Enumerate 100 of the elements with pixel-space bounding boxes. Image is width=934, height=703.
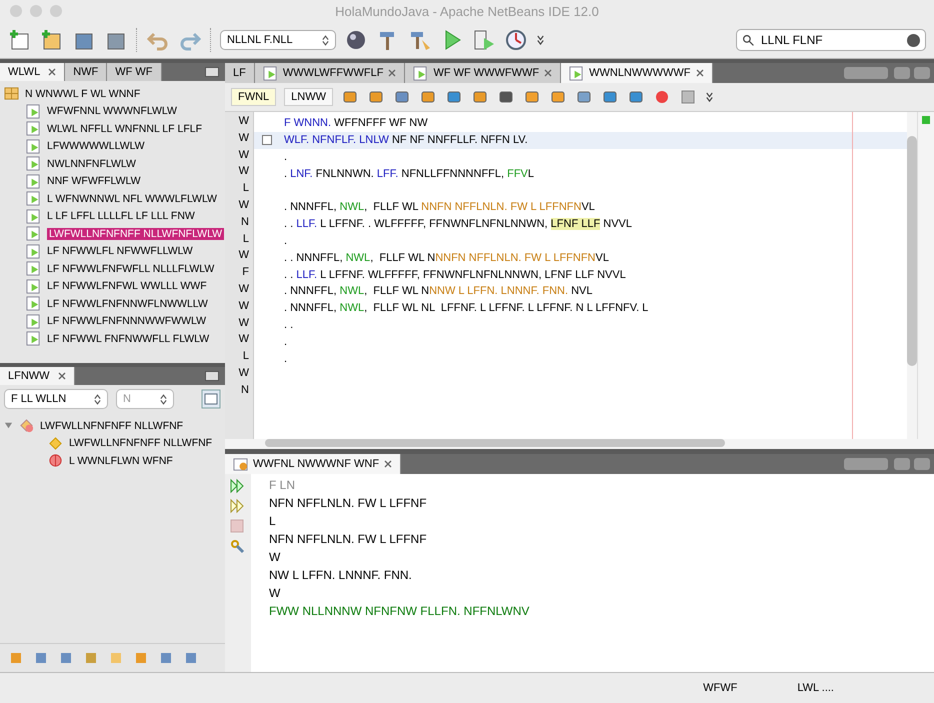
file-node[interactable]: NNF WFWFFLWLW — [47, 175, 141, 188]
java-file-icon — [26, 296, 41, 312]
rerun-icon[interactable] — [229, 478, 245, 494]
record-macro-icon[interactable] — [653, 88, 671, 106]
file-node[interactable]: LFWWWWWLLWLW — [47, 140, 145, 152]
file-node[interactable]: WLWL NFFLL WNFNNL LF LFLF — [47, 122, 202, 135]
member-node[interactable]: L WWNLFLWN WFNF — [69, 454, 173, 467]
output-line: NFN NFFLNLN. FW L LFFNF — [269, 532, 428, 548]
code-token: L — [528, 168, 534, 180]
line-number: W — [238, 165, 250, 180]
view-toggle[interactable]: FWNL — [231, 88, 276, 106]
java-file-icon — [26, 104, 41, 119]
scrollbar-thumb[interactable] — [265, 439, 725, 447]
view-toggle[interactable]: LNWW — [284, 88, 333, 106]
code-token: , FLLF WL N — [370, 252, 436, 264]
java-file-icon — [569, 66, 584, 80]
panel-tab[interactable]: LFNWW — [0, 367, 75, 385]
code-token: . . — [284, 268, 294, 281]
code-token: VL — [596, 252, 609, 264]
more-chevron-icon[interactable] — [705, 92, 714, 102]
code-token: NNFN NFFLNLN. FW L LFFNFN — [421, 201, 582, 214]
close-icon[interactable] — [544, 69, 552, 77]
code-token: LFNF LLF — [550, 218, 600, 230]
close-icon[interactable] — [58, 372, 66, 380]
panel-tab[interactable]: WF WF — [107, 63, 162, 81]
search-field[interactable]: LLNL FLNF — [736, 29, 926, 51]
close-icon[interactable] — [696, 69, 704, 77]
line-number: W — [238, 300, 250, 314]
java-file-icon — [26, 226, 41, 242]
code-token: . — [284, 336, 288, 348]
editor-tab[interactable]: WF WF WWWFWWF — [405, 63, 562, 83]
rerun-icon[interactable] — [229, 498, 245, 514]
profile-icon[interactable] — [504, 28, 528, 52]
minimize-button[interactable] — [205, 371, 219, 381]
expand-triangle-icon[interactable] — [4, 421, 13, 430]
code-token: . . NNNFFL, — [284, 252, 344, 264]
output-tab[interactable]: WWFNL NWWWNF WNF — [225, 454, 402, 474]
close-icon[interactable] — [388, 69, 396, 77]
code-token: F WNNN. — [284, 117, 332, 130]
class-node[interactable]: LWFWLLNFNFNFF NLLWFNF — [40, 420, 184, 432]
line-number: W — [238, 366, 250, 381]
output-line: FWW NLLNNNW NFNFNW FLLFN. NFFNLWNV — [269, 604, 530, 620]
code-token: . — [284, 234, 288, 247]
close-icon[interactable] — [384, 460, 392, 468]
file-node[interactable]: L LF LFFL LLLLFL LF LLL FNW — [47, 210, 195, 222]
editor-tab[interactable]: WWWLWFFWWFLF — [254, 63, 406, 83]
code-token: WLF. NFNFLF. LNLW — [284, 134, 389, 146]
file-node[interactable]: WFWFNNL WWWNFLWLW — [47, 105, 177, 118]
members-dropdown[interactable]: F LL WLLN — [4, 389, 108, 409]
close-icon[interactable] — [48, 68, 56, 76]
java-file-icon — [26, 138, 41, 154]
fold-toggle-icon[interactable] — [262, 134, 272, 145]
java-file-icon — [26, 314, 41, 329]
code-token: , FLLF WL — [364, 201, 420, 214]
code-token: NWL — [346, 252, 370, 264]
file-node[interactable]: LF NFWWL FNFNWWFLL FLWLW — [47, 332, 210, 345]
panel-tab[interactable]: NWF — [65, 63, 108, 81]
globe-icon[interactable] — [344, 28, 368, 52]
javadoc-icon[interactable] — [201, 389, 221, 409]
file-node[interactable]: LF NFWWLFNFNNWFLNWWLLW — [47, 298, 208, 310]
minimize-button[interactable] — [205, 67, 219, 77]
code-token: LNF. — [290, 168, 313, 180]
code-token: LLF. — [296, 268, 318, 281]
output-line: F LN — [269, 478, 296, 494]
configuration-dropdown[interactable]: NLLNL F.NLL — [220, 30, 336, 50]
editor-tab[interactable]: WWNLNWWWWWF — [561, 63, 713, 83]
debug-icon[interactable] — [472, 28, 496, 52]
file-node[interactable]: NWLNNFNFLWLW — [47, 158, 136, 170]
project-node[interactable]: N WNWWL F WL WNNF — [25, 88, 140, 100]
code-token: NF NF NNFFLLF. NFFN LV. — [390, 134, 528, 146]
code-token: . . — [284, 318, 294, 331]
code-token: . — [284, 168, 288, 180]
java-file-icon — [26, 156, 41, 172]
output-line: NW L LFFN. LNNNF. FNN. — [269, 568, 413, 584]
line-number: N — [240, 384, 250, 398]
window-title: HolaMundoJava - Apache NetBeans IDE 12.0 — [335, 4, 599, 18]
scrollbar-thumb[interactable] — [907, 136, 917, 366]
code-token: . NNNFFL, — [284, 302, 338, 314]
file-node[interactable]: LWFWLLNFNFNFF NLLWFNFLWLW — [47, 228, 224, 240]
member-node[interactable]: LWFWLLNFNFNFF NLLWFNF — [69, 437, 212, 450]
more-chevron-icon[interactable] — [536, 34, 545, 46]
status-ok-icon — [922, 116, 930, 124]
file-node[interactable]: L WFNWNNWL NFL WWWLFLWLW — [47, 192, 217, 205]
stepper-arrows-icon — [160, 394, 167, 404]
code-token: . — [284, 150, 288, 163]
file-node[interactable]: LF NFWWLFNFWL WWLLL WWF — [47, 280, 207, 292]
editor-tab[interactable]: LF — [225, 63, 255, 83]
output-line: NFN NFFLNLN. FW L LFFNF — [269, 496, 428, 512]
java-file-icon — [26, 121, 41, 136]
java-file-icon — [26, 191, 41, 206]
stop-macro-icon[interactable] — [679, 88, 697, 106]
panel-tab[interactable]: WLWL — [0, 63, 66, 81]
file-node[interactable]: LF NFWWLFL NFWWFLLWLW — [47, 245, 193, 258]
file-node[interactable]: LF NFWWLFNFNNNWWFWWLW — [47, 315, 206, 328]
code-token: L LFFNF. WLFFFFF, FFNWNFLNFNLNNWN, LFNF LLF NVVL — [319, 268, 626, 281]
file-node[interactable]: LF NFWWLFNFWFLL NLLLFLWLW — [47, 262, 214, 275]
java-file-icon — [413, 66, 428, 80]
class-icon — [19, 418, 34, 434]
code-token: . — [284, 352, 288, 365]
code-token: LLF. — [296, 218, 318, 230]
